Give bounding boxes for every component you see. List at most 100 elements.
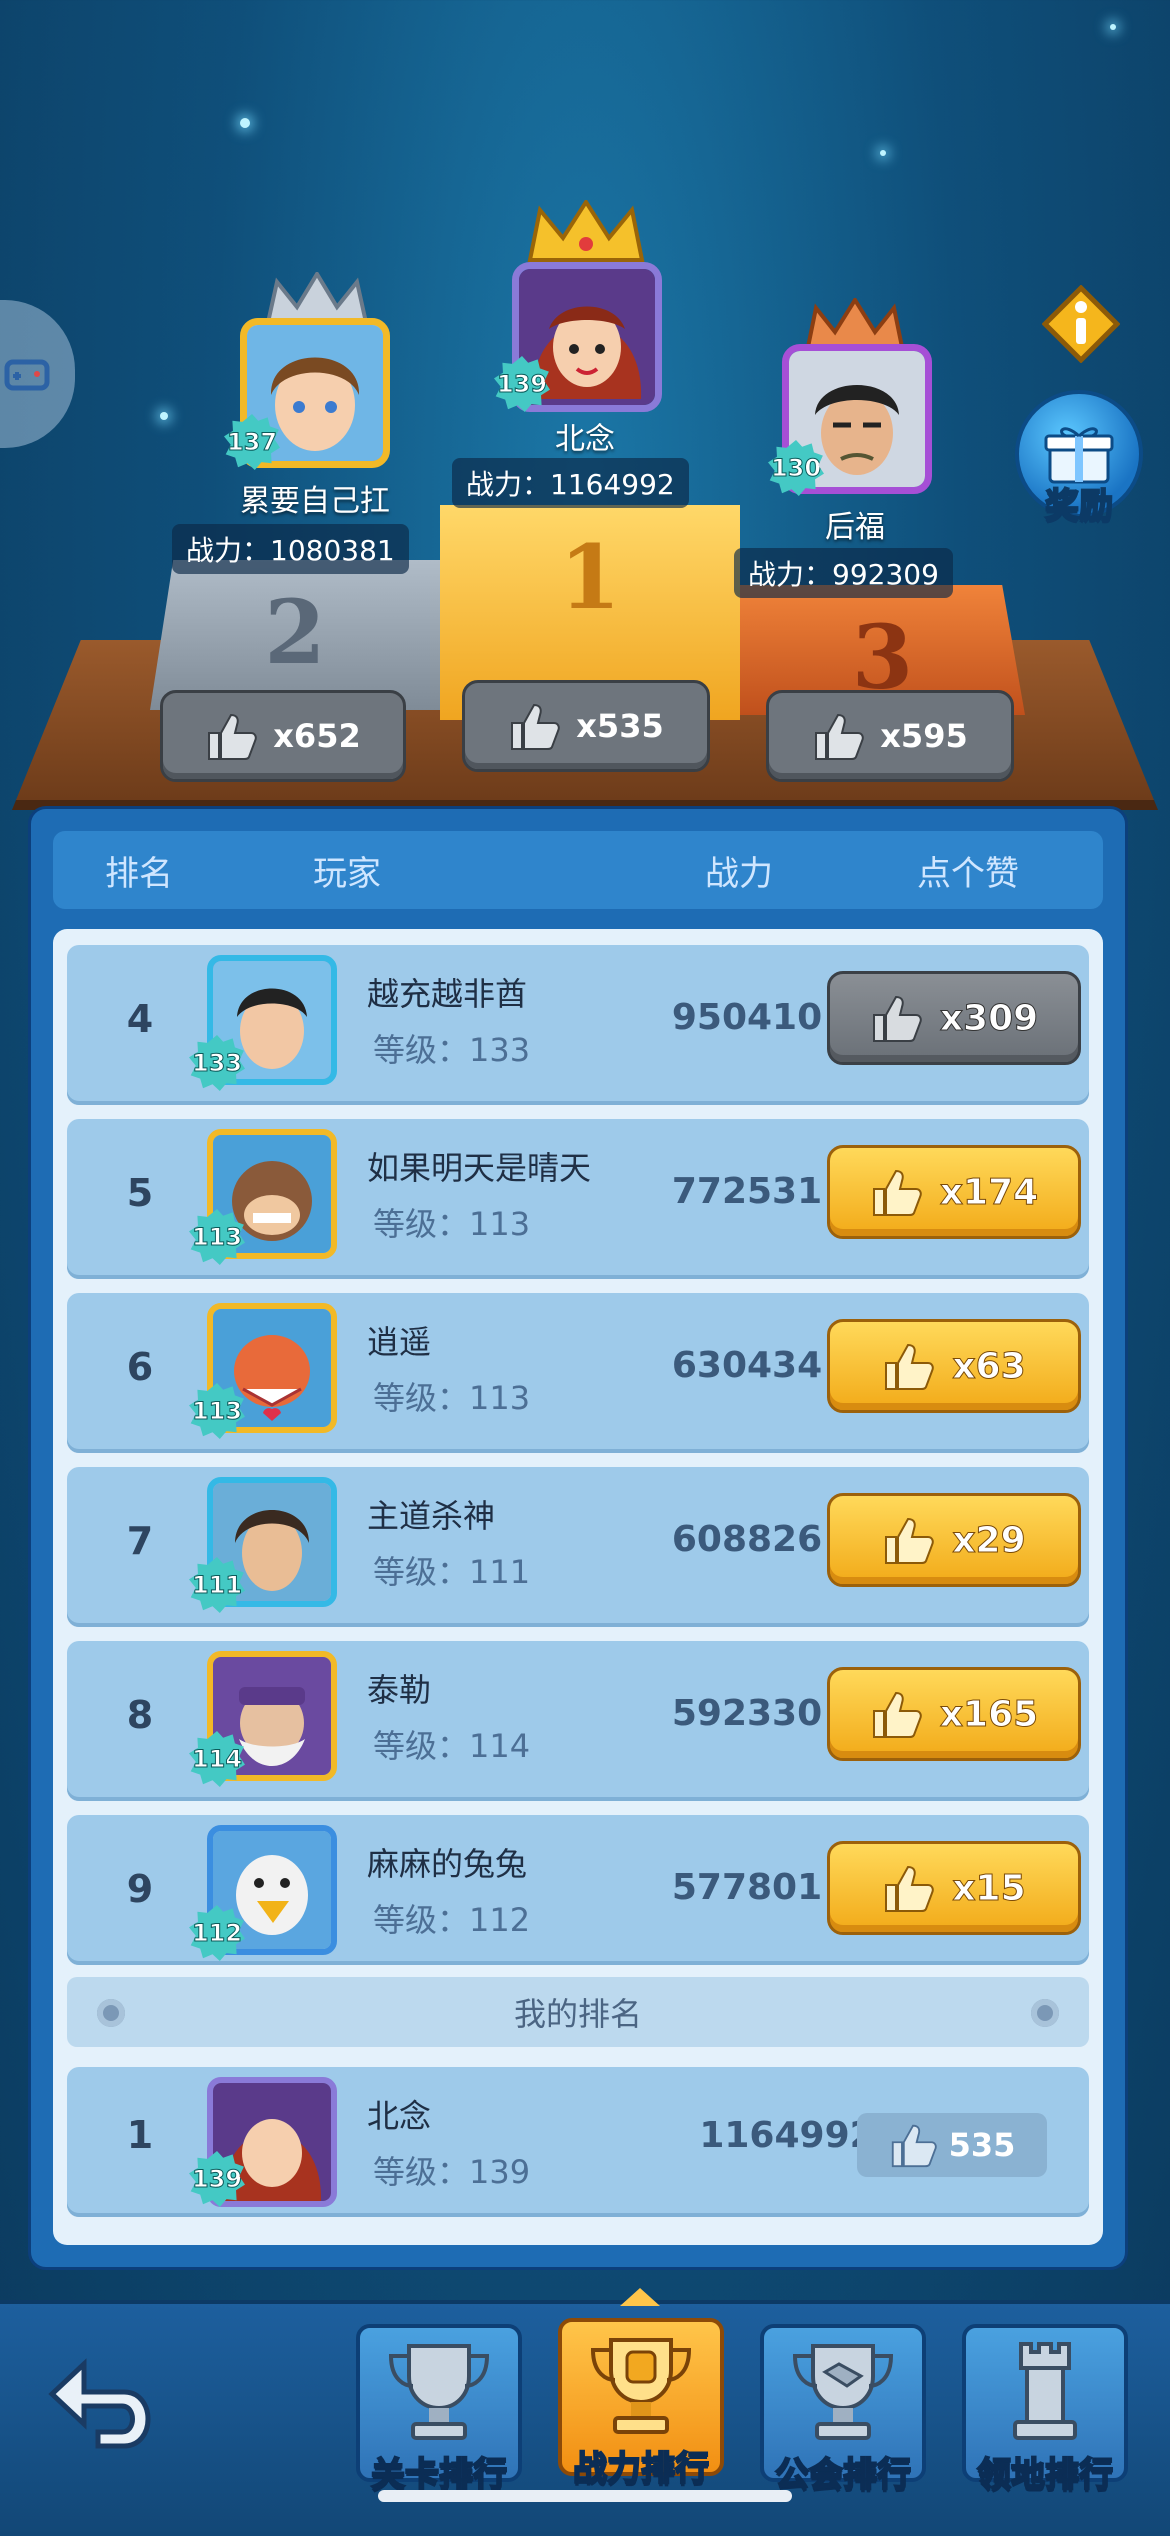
reward-button[interactable]: 奖励 [1015,390,1143,527]
thumbs-up-icon [511,703,561,750]
player-name: 主道杀神 [367,1497,496,1535]
table-row[interactable]: 7 111 主道杀神 等级：111 608826 x29 [67,1467,1089,1627]
sparkle [1110,24,1116,30]
table-row[interactable]: 4 133 越充越非酋 等级：133 950410 x309 [67,945,1089,1105]
like-count: x165 [939,1693,1039,1735]
podium-player-name-2: 累要自己扛 [240,484,390,519]
header-rank: 排名 [105,853,173,894]
ranking-list[interactable]: 4 133 越充越非酋 等级：133 950410 x309 5 113 如果明… [53,929,1103,2245]
thumbs-up-icon [885,1343,935,1390]
podium-power-2: 战力：1080381 [172,524,409,574]
like-button[interactable]: x29 [827,1493,1081,1587]
like-button[interactable]: x165 [827,1667,1081,1761]
podium-step-2: 2 [150,560,440,710]
header-like: 点个赞 [917,853,1019,894]
podium-player-name-1: 北念 [555,422,615,457]
my-rank-row[interactable]: 1 139 北念 等级：139 1164992 535 [67,2067,1089,2217]
like-count: x595 [880,717,968,755]
player-level: 等级：112 [373,1901,531,1939]
active-tab-indicator [620,2288,660,2306]
info-icon [1041,284,1121,364]
like-button[interactable]: x15 [827,1841,1081,1935]
podium-like-button-3[interactable]: x595 [766,690,1014,782]
player-name: 如果明天是晴天 [367,1149,592,1187]
thumbs-up-icon [815,713,865,760]
thumbs-up-icon [872,1169,922,1216]
gold-crown-icon [527,200,645,262]
tab-label: 公会排行 [774,2454,912,2496]
table-row[interactable]: 5 113 如果明天是晴天 等级：113 772531 x174 [67,1119,1089,1279]
tab-territory-ranking[interactable]: 领地排行 [962,2324,1128,2496]
home-indicator [378,2490,792,2502]
row-rank: 8 [126,1693,154,1737]
podium-like-button-2[interactable]: x652 [160,690,406,782]
thumbs-up-icon [885,1517,935,1564]
thumbs-up-icon [891,2124,937,2168]
like-button[interactable]: x174 [827,1145,1081,1239]
info-button[interactable] [1041,284,1121,364]
row-rank: 7 [126,1519,154,1563]
ranking-panel: 排名 玩家 战力 点个赞 4 133 越充越非酋 等级：133 950410 x… [28,806,1128,2270]
row-rank: 5 [126,1171,154,1215]
my-rank-divider: 我的排名 [67,1977,1089,2047]
trophy-stage-icon [388,2344,490,2440]
row-rank: 1 [126,2113,154,2157]
thumbs-up-icon [872,1691,922,1738]
like-count: x174 [939,1171,1039,1213]
podium-player-name-3: 后福 [825,510,885,545]
table-row[interactable]: 9 112 麻麻的兔兔 等级：112 577801 x15 [67,1815,1089,1965]
reward-label: 奖励 [1044,485,1114,527]
player-level: 等级：114 [373,1727,531,1765]
row-rank: 6 [126,1345,154,1389]
thumbs-up-icon [885,1865,935,1912]
podium-step-number: 2 [264,580,326,684]
gamepad-icon [4,359,49,391]
like-count: x652 [273,717,361,755]
list-header: 排名 玩家 战力 点个赞 [53,831,1103,909]
sparkle [240,118,250,128]
header-power: 战力 [705,853,773,894]
tab-power-ranking[interactable]: 战力排行 [558,2318,724,2490]
player-level: 等级：113 [373,1379,531,1417]
divider-dot [97,1999,125,2027]
trophy-tower-icon [1013,2342,1077,2440]
tab-label: 战力排行 [572,2448,710,2490]
thumbs-up-icon [872,995,922,1042]
like-button[interactable]: x63 [827,1319,1081,1413]
player-name: 逍遥 [367,1323,432,1361]
player-level: 等级：113 [373,1205,531,1243]
player-level: 等级：111 [373,1553,531,1591]
back-button[interactable] [44,2354,164,2454]
like-count: x535 [576,707,664,745]
gift-icon [1044,427,1114,484]
player-name: 越充越非酋 [367,975,528,1013]
like-count: x309 [939,997,1039,1039]
sparkle [880,150,886,156]
table-row[interactable]: 8 114 泰勒 等级：114 592330 x165 [67,1641,1089,1801]
row-rank: 4 [126,997,154,1041]
tab-label: 领地排行 [976,2454,1114,2496]
tab-label: 关卡排行 [370,2454,508,2496]
my-rank-label: 我的排名 [513,1995,642,2033]
like-count: x15 [952,1867,1026,1909]
player-level: 等级：133 [373,1031,531,1069]
divider-dot [1031,1999,1059,2027]
side-menu-tab[interactable] [0,300,75,448]
podium-like-button-1[interactable]: x535 [462,680,710,772]
player-name: 北念 [367,2097,432,2135]
trophy-handshake-icon [792,2344,894,2440]
sparkle [160,412,168,420]
tab-guild-ranking[interactable]: 公会排行 [760,2324,926,2496]
like-button[interactable]: x309 [827,971,1081,1065]
row-rank: 9 [126,1867,154,1911]
header-player: 玩家 [313,853,381,894]
tab-stage-ranking[interactable]: 关卡排行 [356,2324,522,2496]
like-count: 535 [948,2126,1016,2164]
table-row[interactable]: 6 113 逍遥 等级：113 630434 x63 [67,1293,1089,1453]
like-count: x29 [952,1519,1026,1561]
player-level: 等级：139 [373,2153,531,2191]
player-name: 麻麻的兔兔 [367,1845,528,1883]
my-like-count: 535 [857,2113,1047,2177]
player-name: 泰勒 [367,1671,432,1709]
podium-power-1: 战力：1164992 [452,458,689,508]
